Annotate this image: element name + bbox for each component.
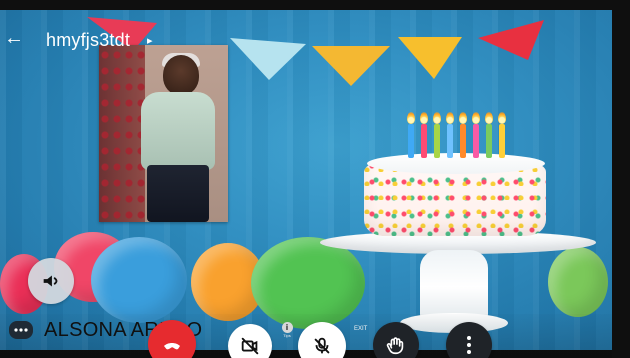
back-arrow-icon[interactable]: ← bbox=[4, 28, 24, 48]
self-view-pip[interactable] bbox=[99, 45, 228, 222]
speaker-icon bbox=[43, 275, 58, 287]
pip-curtain bbox=[99, 45, 145, 222]
cake-top bbox=[367, 153, 545, 174]
remote-video-background bbox=[0, 10, 612, 350]
info-icon: i bbox=[281, 322, 293, 333]
candle-flame bbox=[472, 112, 480, 124]
bunting-flag-2 bbox=[230, 38, 306, 80]
candle-flame bbox=[433, 112, 441, 124]
raise-hand-icon bbox=[386, 337, 404, 355]
candle bbox=[421, 124, 427, 158]
candle-flame bbox=[485, 112, 493, 124]
chevron-right-icon[interactable]: ▸ bbox=[147, 34, 153, 47]
video-call-screen: ← hmyfjs3tdt ▸ ALSONA ARI GO i Tips EXIT bbox=[0, 0, 630, 358]
candle bbox=[408, 124, 414, 158]
kebab-menu-icon bbox=[467, 336, 471, 354]
tips-label: Tips bbox=[283, 333, 291, 338]
bunting-flag-3 bbox=[312, 46, 390, 86]
candle bbox=[499, 124, 505, 158]
mic-off-icon bbox=[314, 337, 330, 354]
pip-person-head bbox=[163, 55, 199, 95]
speaker-button[interactable] bbox=[28, 258, 74, 304]
candle-flame bbox=[459, 112, 467, 124]
candle-flame bbox=[420, 112, 428, 124]
balloon-blue bbox=[91, 237, 187, 323]
top-black-strip bbox=[0, 0, 630, 10]
pip-person-shirt bbox=[141, 92, 215, 170]
more-dots-button[interactable] bbox=[9, 321, 33, 339]
exit-label[interactable]: EXIT bbox=[354, 326, 367, 332]
candle bbox=[434, 124, 440, 158]
video-off-icon bbox=[241, 337, 259, 355]
candle-flame bbox=[407, 112, 415, 124]
candle bbox=[447, 124, 453, 158]
candle-flame bbox=[446, 112, 454, 124]
more-dots-icon bbox=[14, 328, 28, 332]
caller-name[interactable]: hmyfjs3tdt bbox=[46, 30, 130, 51]
bunting-flag-5 bbox=[478, 20, 544, 60]
bunting-flag-4 bbox=[398, 37, 462, 79]
phone-hangup-icon bbox=[164, 343, 180, 350]
candle bbox=[486, 124, 492, 158]
candle bbox=[460, 124, 466, 158]
pip-person-pants bbox=[147, 165, 209, 222]
candle bbox=[473, 124, 479, 158]
right-black-strip bbox=[612, 0, 630, 358]
candle-flame bbox=[498, 112, 506, 124]
tips-button[interactable]: i Tips bbox=[279, 322, 295, 340]
